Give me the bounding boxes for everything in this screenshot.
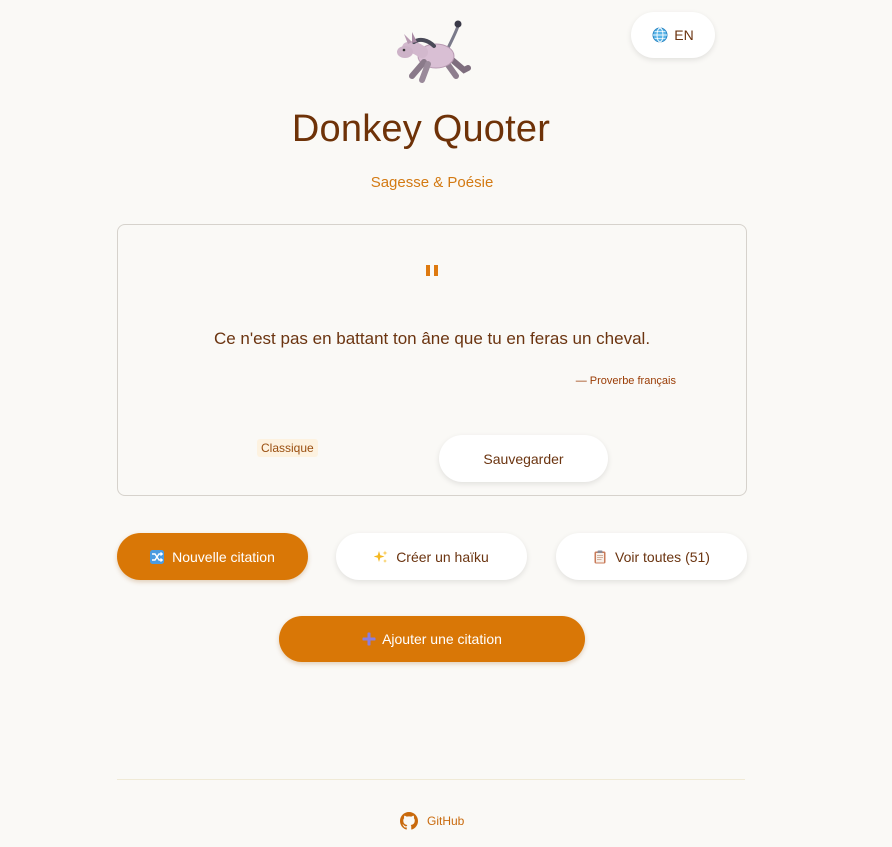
- quote-mark-icon: [425, 265, 441, 279]
- globe-icon: [652, 27, 668, 43]
- quote-author: — Proverbe français: [575, 375, 676, 387]
- create-haiku-label: Créer un haïku: [396, 548, 489, 565]
- plus-icon: [362, 632, 376, 646]
- save-button[interactable]: Sauvegarder: [439, 435, 608, 482]
- footer-divider: [117, 779, 745, 780]
- category-badge: Classique: [257, 439, 318, 457]
- new-quote-label: Nouvelle citation: [172, 548, 275, 565]
- clipboard-icon: [594, 550, 606, 563]
- app-title: Donkey Quoter: [291, 108, 551, 150]
- sparkles-icon: [374, 550, 388, 563]
- app-subtitle: Sagesse & Poésie: [370, 174, 494, 191]
- language-label: EN: [674, 27, 694, 43]
- donkey-icon: [397, 20, 471, 83]
- create-haiku-button[interactable]: Créer un haïku: [336, 533, 527, 580]
- new-quote-button[interactable]: Nouvelle citation: [117, 533, 308, 580]
- shuffle-icon: [150, 549, 165, 564]
- quote-card: Ce n'est pas en battant ton âne que tu e…: [117, 224, 747, 496]
- add-quote-label: Ajouter une citation: [382, 631, 502, 647]
- github-label: GitHub: [427, 814, 465, 828]
- github-link[interactable]: GitHub: [400, 812, 464, 830]
- view-all-button[interactable]: Voir toutes (51): [556, 533, 747, 580]
- view-all-label: Voir toutes (51): [615, 548, 710, 565]
- quote-text: Ce n'est pas en battant ton âne que tu e…: [213, 329, 651, 348]
- add-quote-button[interactable]: Ajouter une citation: [279, 616, 585, 662]
- github-icon: [400, 812, 418, 830]
- language-toggle-button[interactable]: EN: [631, 12, 715, 58]
